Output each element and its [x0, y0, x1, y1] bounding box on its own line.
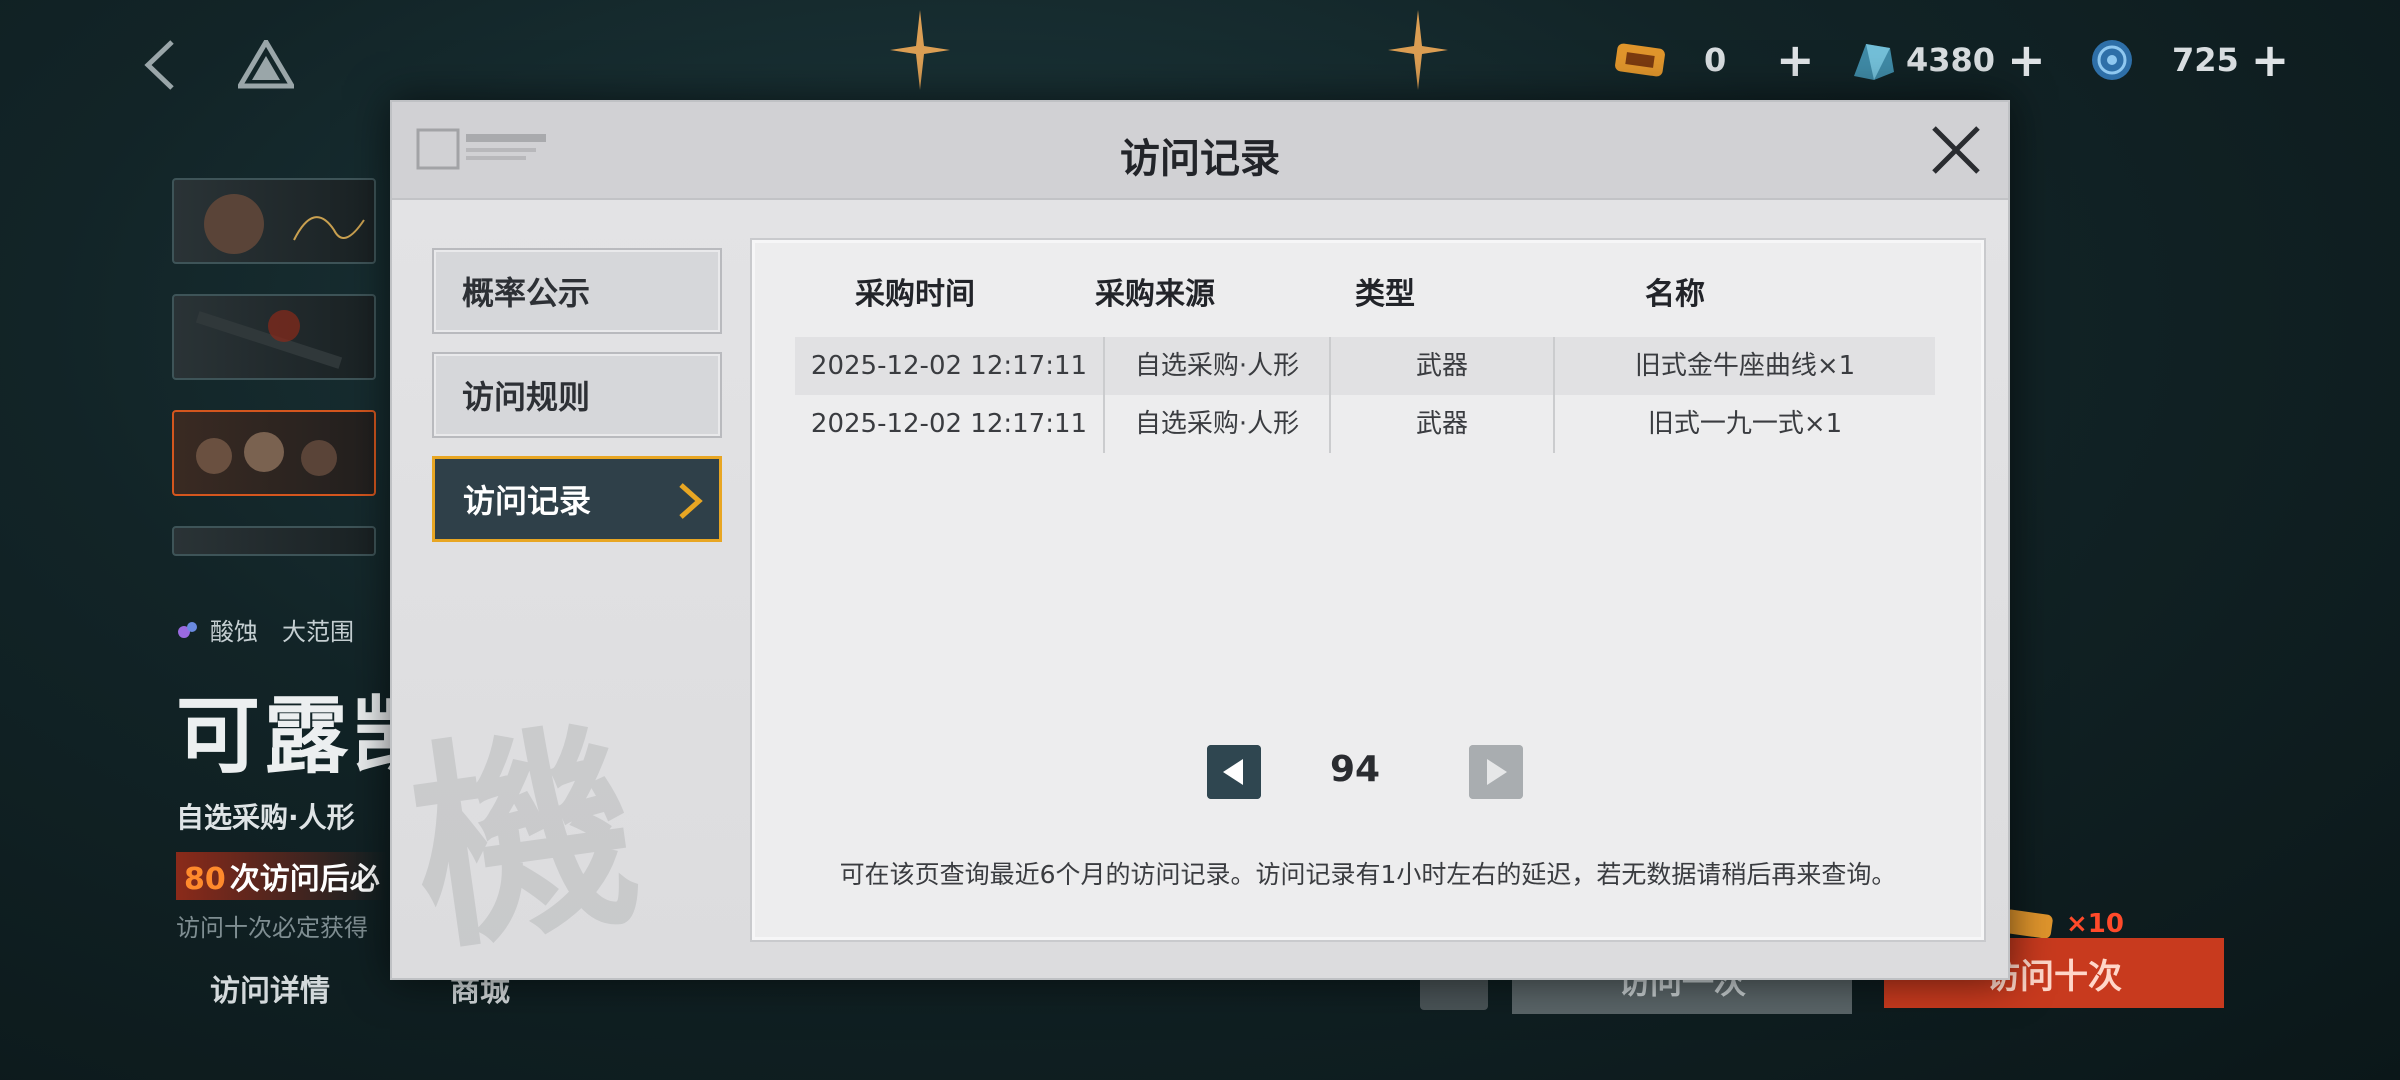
currency-coin: 725 + [2084, 34, 2289, 86]
star-light-icon [1388, 10, 1448, 90]
acid-element-icon [178, 621, 197, 638]
chevron-right-icon [679, 483, 703, 519]
header-type: 类型 [1355, 277, 1415, 312]
modal-side-nav: 概率公示 访问规则 访问记录 [432, 248, 722, 560]
banner-thumb-active[interactable] [172, 410, 376, 496]
banner-thumb[interactable] [172, 526, 376, 556]
coin-icon [2092, 40, 2132, 80]
add-ticket-button[interactable]: + [1776, 37, 1815, 83]
column-divider [1553, 337, 1555, 453]
visit-record-modal: 访问记录 機 概率公示 访问规则 访问记录 采购时间 采购来源 类型 名称 20… [390, 100, 2010, 982]
cell-source: 自选采购·人形 [1134, 351, 1300, 381]
nav-probability[interactable]: 概率公示 [432, 248, 722, 334]
nav-label: 访问规则 [462, 378, 591, 416]
watermark-glyph: 機 [397, 694, 652, 982]
header-item-name: 名称 [1645, 277, 1705, 312]
cell-time: 2025-12-02 12:17:11 [810, 351, 1088, 381]
banner-list [172, 178, 376, 586]
currency-ticket: 0 + [1612, 34, 1815, 86]
banner-thumb[interactable] [172, 294, 376, 380]
cell-name: 旧式一九一式×1 [1647, 409, 1843, 439]
nav-rules[interactable]: 访问规则 [432, 352, 722, 438]
page-number: 94 [1329, 749, 1381, 790]
guarantee-count: 80 [184, 862, 226, 897]
guarantee-badge: 80 次访问后必 [176, 852, 388, 900]
home-logo-icon[interactable] [238, 40, 294, 90]
ticket-cost: ×10 [2000, 906, 2124, 942]
cell-time: 2025-12-02 12:17:11 [810, 409, 1088, 439]
ticket-value: 0 [1704, 41, 1727, 79]
modal-title: 访问记录 [1120, 136, 1280, 182]
cell-name: 旧式金牛座曲线×1 [1634, 351, 1856, 381]
table-header: 采购时间 采购来源 类型 名称 [795, 269, 1935, 312]
table-row: 2025-12-02 12:17:11 自选采购·人形 武器 旧式一九一式×1 [795, 395, 1935, 453]
element-tag: 酸蚀 [210, 618, 258, 646]
table-row: 2025-12-02 12:17:11 自选采购·人形 武器 旧式金牛座曲线×1 [795, 337, 1935, 395]
header-purchase-source: 采购来源 [1095, 277, 1215, 312]
character-portrait-icon [204, 194, 365, 254]
nav-label: 概率公示 [462, 274, 591, 312]
ticket-cost-value: ×10 [2066, 909, 2124, 939]
column-divider [1103, 337, 1105, 453]
record-panel: 采购时间 采购来源 类型 名称 2025-12-02 12:17:11 自选采购… [752, 240, 1984, 940]
header-purchase-time: 采购时间 [855, 277, 975, 312]
pagination: 94 [755, 745, 1981, 801]
modal-header: 访问记录 [392, 102, 2008, 200]
group-portrait-icon [196, 432, 337, 476]
column-divider [1329, 337, 1331, 453]
cell-type: 武器 [1415, 351, 1468, 381]
back-arrow-icon[interactable] [140, 38, 180, 92]
tab-visit-details[interactable]: 访问详情 [210, 966, 330, 1010]
nav-label: 访问记录 [463, 482, 592, 520]
range-tag: 大范围 [282, 618, 354, 646]
close-icon[interactable] [1926, 120, 1986, 180]
guarantee-text: 次访问后必 [229, 862, 380, 897]
record-notice: 可在该页查询最近6个月的访问记录。访问记录有1小时左右的延迟，若无数据请稍后再来… [839, 860, 1897, 889]
star-light-icon [890, 10, 950, 90]
add-crystal-button[interactable]: + [2007, 37, 2046, 83]
table-body: 2025-12-02 12:17:11 自选采购·人形 武器 旧式金牛座曲线×1… [795, 337, 1935, 453]
weapon-icon [195, 310, 343, 369]
next-page-button[interactable] [1469, 745, 1523, 799]
prev-page-button[interactable] [1207, 745, 1261, 799]
cell-source: 自选采购·人形 [1134, 409, 1300, 439]
ticket-icon [1615, 43, 1665, 77]
add-coin-button[interactable]: + [2251, 37, 2290, 83]
crystal-icon [1854, 44, 1894, 80]
cell-type: 武器 [1415, 409, 1468, 439]
banner-thumb[interactable] [172, 178, 376, 264]
coin-value: 725 [2172, 41, 2239, 79]
nav-visit-record[interactable]: 访问记录 [432, 456, 722, 542]
currency-crystal: 4380 + [1844, 34, 2046, 86]
crystal-value: 4380 [1906, 41, 1996, 79]
